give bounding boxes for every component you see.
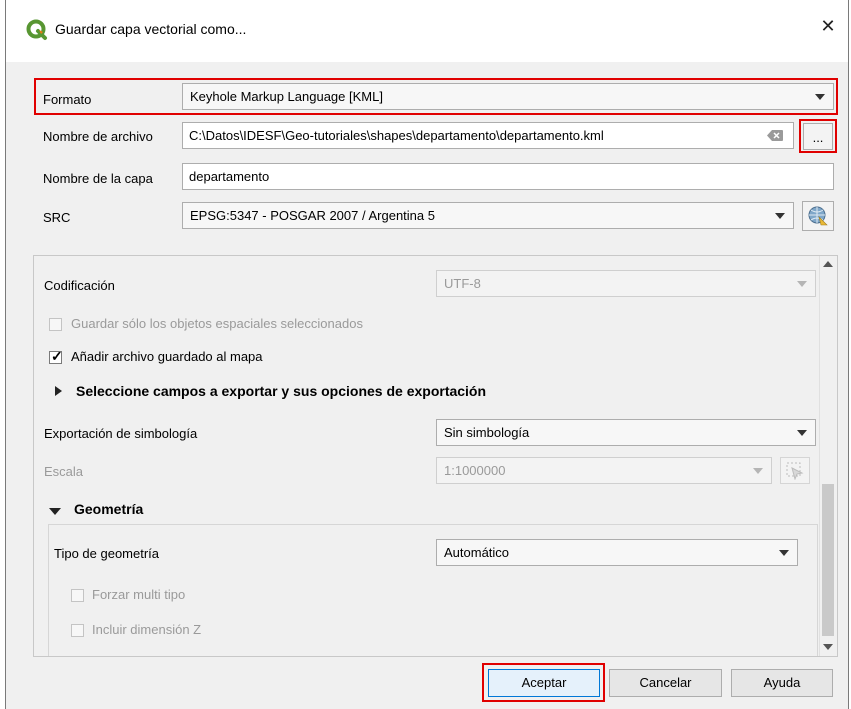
geometry-type-value: Automático: [444, 545, 510, 560]
geometry-type-select[interactable]: Automático: [436, 539, 798, 566]
add-to-map-checkbox[interactable]: ✓: [49, 348, 63, 364]
layername-value: departamento: [189, 169, 270, 184]
scale-value: 1:1000000: [444, 463, 506, 478]
geometry-type-label: Tipo de geometría: [54, 546, 160, 561]
close-icon[interactable]: ✕: [814, 16, 842, 37]
crs-label: SRC: [43, 210, 71, 225]
selected-only-label: Guardar sólo los objetos espaciales sele…: [71, 316, 363, 331]
include-z-checkbox[interactable]: [71, 624, 84, 637]
symbology-value: Sin simbología: [444, 425, 530, 440]
map-canvas-icon: [786, 462, 804, 480]
help-button[interactable]: Ayuda: [731, 669, 833, 697]
geometry-section-header[interactable]: Geometría: [74, 501, 143, 517]
scale-select[interactable]: 1:1000000: [436, 457, 772, 484]
expand-arrow-icon[interactable]: [55, 386, 62, 396]
chevron-down-icon: [797, 430, 807, 436]
layername-input[interactable]: departamento: [182, 163, 834, 190]
title-bar: Guardar capa vectorial como... ✕: [6, 0, 848, 62]
scroll-up-icon[interactable]: [823, 261, 833, 267]
force-multi-label: Forzar multi tipo: [92, 587, 186, 602]
scale-from-map-button[interactable]: [780, 457, 810, 484]
add-to-map-label: Añadir archivo guardado al mapa: [71, 349, 263, 364]
selected-only-checkbox[interactable]: [49, 318, 62, 331]
chevron-down-icon: [775, 213, 785, 219]
cancel-button[interactable]: Cancelar: [609, 669, 722, 697]
globe-icon: [808, 206, 828, 226]
scroll-down-icon[interactable]: [823, 644, 833, 650]
layername-label: Nombre de la capa: [43, 171, 153, 186]
filename-value: C:\Datos\IDESF\Geo-tutoriales\shapes\dep…: [189, 128, 604, 143]
symbology-label: Exportación de simbología: [44, 426, 198, 441]
vertical-scrollbar[interactable]: [819, 256, 837, 656]
scrollbar-thumb[interactable]: [822, 484, 834, 636]
include-z-label: Incluir dimensión Z: [92, 622, 202, 637]
browse-highlight: [799, 119, 837, 153]
encoding-value: UTF-8: [444, 276, 481, 291]
save-vector-layer-dialog: Guardar capa vectorial como... ✕ Formato…: [5, 0, 849, 709]
filename-input[interactable]: C:\Datos\IDESF\Geo-tutoriales\shapes\dep…: [182, 122, 794, 149]
dialog-title: Guardar capa vectorial como...: [55, 21, 247, 37]
chevron-down-icon: [753, 468, 763, 474]
format-highlight: [34, 78, 838, 115]
force-multi-checkbox[interactable]: [71, 589, 84, 602]
crs-select[interactable]: EPSG:5347 - POSGAR 2007 / Argentina 5: [182, 202, 794, 229]
chevron-down-icon: [779, 550, 789, 556]
collapse-arrow-icon[interactable]: [49, 508, 61, 515]
filename-label: Nombre de archivo: [43, 129, 153, 144]
ok-highlight: [482, 663, 605, 702]
scale-label: Escala: [44, 464, 84, 479]
options-panel: Codificación UTF-8 Guardar sólo los obje…: [33, 255, 838, 657]
fields-section-header[interactable]: Seleccione campos a exportar y sus opcio…: [76, 383, 486, 399]
check-icon: ✓: [51, 348, 63, 364]
chevron-down-icon: [797, 281, 807, 287]
encoding-label: Codificación: [44, 278, 115, 293]
crs-selector-button[interactable]: [802, 201, 834, 231]
symbology-select[interactable]: Sin simbología: [436, 419, 816, 446]
crs-value: EPSG:5347 - POSGAR 2007 / Argentina 5: [190, 208, 435, 223]
qgis-logo-icon: [26, 19, 47, 40]
clear-text-icon[interactable]: [767, 130, 783, 141]
encoding-select[interactable]: UTF-8: [436, 270, 816, 297]
